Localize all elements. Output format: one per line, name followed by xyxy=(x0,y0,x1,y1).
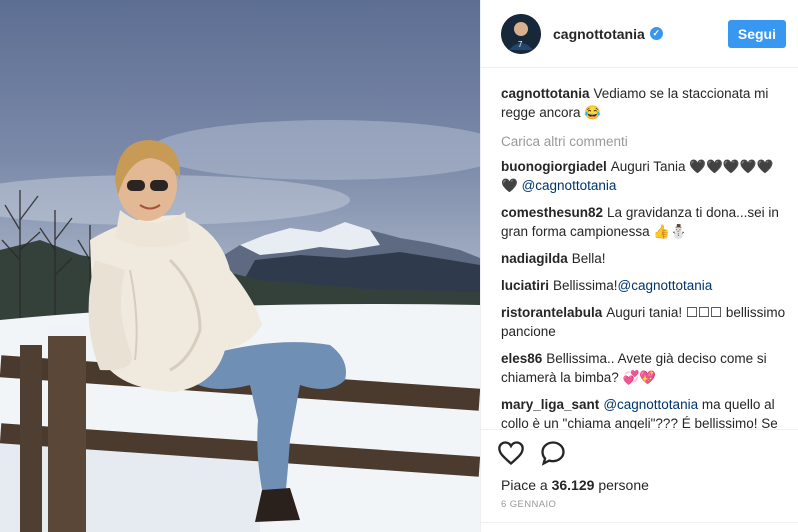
post-side-panel: 7 cagnottotania ✓ Segui cagnottotania Ved… xyxy=(480,0,798,532)
header-username[interactable]: cagnottotania ✓ xyxy=(553,26,663,42)
comment-username[interactable]: comesthesun82 xyxy=(501,205,603,220)
likes-count[interactable]: Piace a 36.129 persone xyxy=(481,475,798,499)
comment-username[interactable]: nadiagilda xyxy=(501,251,568,266)
comment-username[interactable]: ristorantelabula xyxy=(501,305,602,320)
comment-item: luciatiri Bellissima!@cagnottotania xyxy=(501,276,786,295)
heart-icon[interactable] xyxy=(497,439,525,467)
post-actions xyxy=(481,429,798,475)
comment-item: ristorantelabula Auguri tania! ☐☐☐ bellis… xyxy=(501,303,786,341)
photo-scene xyxy=(0,120,480,532)
comment-mention[interactable]: @cagnottotania xyxy=(603,397,698,412)
comment-username[interactable]: eles86 xyxy=(501,351,542,366)
comment-mention[interactable]: @cagnottotania xyxy=(618,278,713,293)
likes-suffix: persone xyxy=(598,477,649,493)
verified-badge-icon: ✓ xyxy=(649,27,663,40)
comment-text: Bellissima! xyxy=(553,278,618,293)
instagram-post: 7 cagnottotania ✓ Segui cagnottotania Ved… xyxy=(0,0,798,532)
comment-bubble-icon[interactable] xyxy=(539,439,567,467)
comment-text: Bella! xyxy=(571,251,606,266)
post-photo[interactable] xyxy=(0,0,480,532)
avatar[interactable]: 7 xyxy=(501,13,541,54)
likes-label: Piace a xyxy=(501,477,548,493)
svg-text:7: 7 xyxy=(518,40,523,49)
follow-button[interactable]: Segui xyxy=(727,19,786,48)
comment-item: eles86 Bellissima.. Avete già deciso come… xyxy=(501,349,786,387)
comment-item: mary_liga_sant @cagnottotania ma quello a… xyxy=(501,395,786,429)
comment-username[interactable]: buonogiorgiadel xyxy=(501,159,607,174)
comment-username[interactable]: luciatiri xyxy=(501,278,549,293)
caption-username[interactable]: cagnottotania xyxy=(501,86,590,101)
post-caption: cagnottotania Vediamo se la staccionata m… xyxy=(501,84,786,122)
comment-username[interactable]: mary_liga_sant xyxy=(501,397,599,412)
avatar-image: 7 xyxy=(501,13,541,54)
post-header: 7 cagnottotania ✓ Segui xyxy=(481,0,798,68)
comment-box-divider xyxy=(481,522,798,532)
comment-item: comesthesun82 La gravidanza ti dona...sei… xyxy=(501,203,786,241)
header-username-text[interactable]: cagnottotania xyxy=(553,26,645,42)
likes-number: 36.129 xyxy=(551,477,595,493)
comment-item: buonogiorgiadel Auguri Tania 🖤🖤🖤🖤🖤🖤 @cagn… xyxy=(501,157,786,195)
comment-mention[interactable]: @cagnottotania xyxy=(522,178,617,193)
post-date[interactable]: 6 GENNAIO xyxy=(481,499,798,522)
load-more-comments-link[interactable]: Carica altri commenti xyxy=(501,134,786,149)
comment-item: nadiagilda Bella! xyxy=(501,249,786,268)
comments-list[interactable]: cagnottotania Vediamo se la staccionata m… xyxy=(481,68,798,429)
